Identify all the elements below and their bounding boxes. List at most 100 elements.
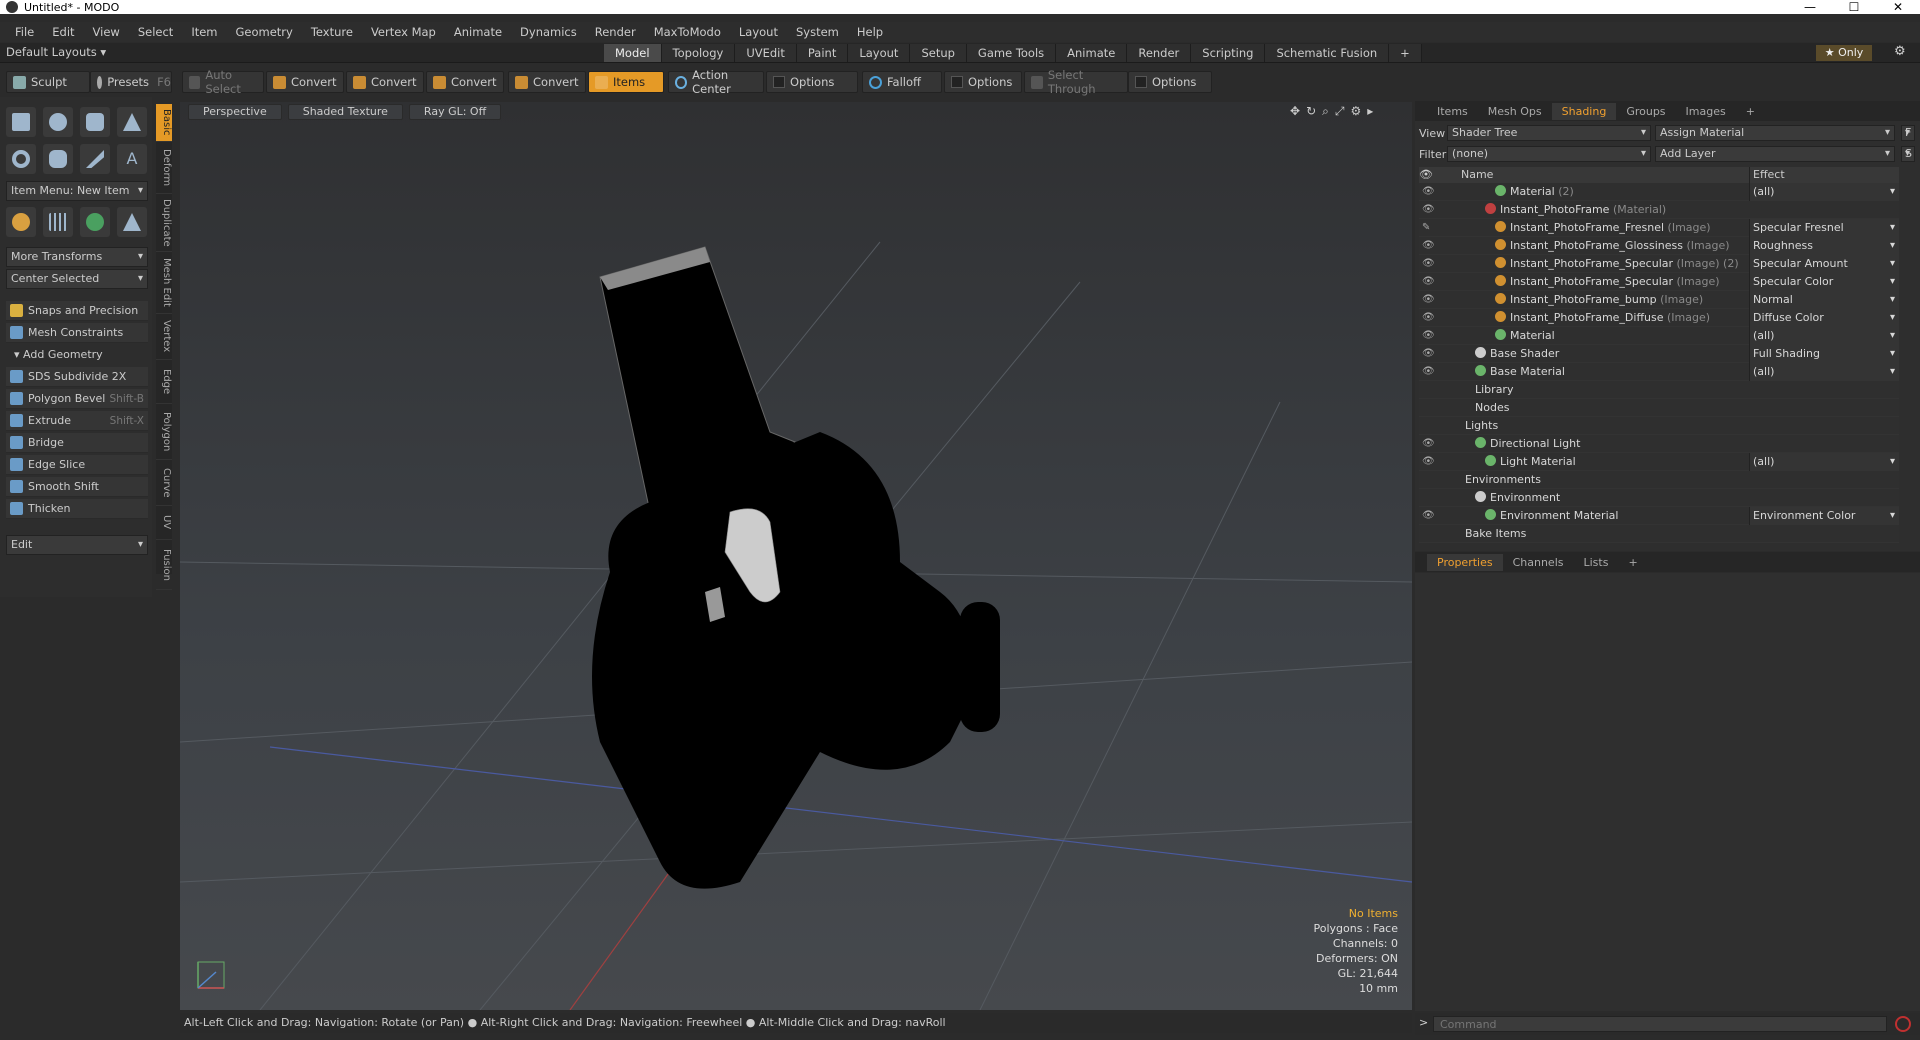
effect-dropdown[interactable]: Specular Color [1749, 273, 1899, 291]
tree-row[interactable]: 👁 Instant_PhotoFrame (Material) [1419, 201, 1899, 219]
vtab-mesh-edit[interactable]: Mesh Edit [156, 252, 172, 314]
ptab-channels[interactable]: Channels [1503, 554, 1574, 571]
tree-row[interactable]: Lights [1419, 417, 1899, 435]
close-button[interactable]: ✕ [1876, 0, 1920, 14]
effect-dropdown[interactable]: Specular Fresnel [1749, 219, 1899, 237]
visibility-toggle-icon[interactable]: 👁 [1422, 255, 1440, 273]
menu-layout[interactable]: Layout [730, 25, 787, 39]
tab-uvedit[interactable]: UVEdit [735, 44, 797, 62]
pan-icon[interactable]: ✥ [1290, 104, 1300, 119]
tab-scripting[interactable]: Scripting [1191, 44, 1266, 62]
perspective-button[interactable]: Perspective [188, 104, 282, 120]
effect-dropdown[interactable]: (all) [1749, 453, 1899, 471]
vtab-deform[interactable]: Deform [156, 142, 172, 194]
vtab-vertex[interactable]: Vertex [156, 314, 172, 360]
tab-model[interactable]: Model [604, 44, 662, 62]
tab-game-tools[interactable]: Game Tools [966, 44, 1057, 62]
mesh-constraints-button[interactable]: Mesh Constraints [6, 323, 148, 343]
menu-view[interactable]: View [84, 25, 129, 39]
tab-render[interactable]: Render [1127, 44, 1192, 62]
select-through-button[interactable]: Select Through [1024, 68, 1128, 96]
menu-geometry[interactable]: Geometry [227, 25, 302, 39]
tab-add[interactable]: + [1389, 44, 1422, 62]
item-menu-dropdown[interactable]: Item Menu: New Item [6, 181, 148, 201]
select-through-options-button[interactable]: Options [1128, 71, 1212, 93]
snaps-precision-button[interactable]: Snaps and Precision [6, 301, 148, 321]
3d-viewport[interactable]: No Items Polygons : Face Channels: 0 Def… [180, 102, 1412, 1010]
tab-paint[interactable]: Paint [796, 44, 849, 62]
rtab-images[interactable]: Images [1676, 103, 1736, 120]
add-geometry-header[interactable]: ▾ Add Geometry [6, 346, 148, 364]
action-center-button[interactable]: Action Center [668, 68, 764, 96]
tab-layout[interactable]: Layout [848, 44, 911, 62]
effect-dropdown[interactable]: Normal [1749, 291, 1899, 309]
rtab-shading[interactable]: Shading [1551, 102, 1617, 120]
add-layer-dropdown[interactable]: Add Layer [1655, 146, 1895, 162]
cone-icon[interactable] [117, 107, 147, 137]
capsule-icon[interactable] [43, 144, 73, 174]
rtab-groups[interactable]: Groups [1616, 103, 1675, 120]
vtab-curve[interactable]: Curve [156, 460, 172, 506]
assign-material-dropdown[interactable]: Assign Material [1655, 125, 1895, 141]
view-dropdown[interactable]: Shader Tree [1447, 125, 1651, 141]
visibility-toggle-icon[interactable]: 👁 [1422, 435, 1440, 453]
effect-dropdown[interactable]: Roughness [1749, 237, 1899, 255]
s-button[interactable]: S [1901, 146, 1915, 162]
rtab-items[interactable]: Items [1427, 103, 1478, 120]
maximize-button[interactable]: ☐ [1832, 0, 1876, 14]
filter-dropdown[interactable]: (none) [1447, 146, 1651, 162]
more-transforms-dropdown[interactable]: More Transforms [6, 247, 148, 267]
tree-row[interactable]: 👁 Instant_PhotoFrame_Glossiness (Image) Ro… [1419, 237, 1899, 255]
only-button[interactable]: ★ Only [1816, 45, 1872, 61]
tree-row[interactable]: 👁 Environment Material Environment Color [1419, 507, 1899, 525]
cube-icon[interactable] [6, 107, 36, 137]
globe-icon[interactable] [80, 207, 110, 237]
menu-item[interactable]: Item [182, 25, 226, 39]
tree-row[interactable]: 👁 Light Material (all) [1419, 453, 1899, 471]
tree-row[interactable]: 👁 Material (2) (all) [1419, 183, 1899, 201]
edit-dropdown[interactable]: Edit [6, 535, 148, 555]
menu-render[interactable]: Render [586, 25, 645, 39]
items-mode-button[interactable]: Items [588, 71, 664, 93]
tree-row[interactable]: Environment [1419, 489, 1899, 507]
viewport-arrow-icon[interactable]: ▸ [1367, 104, 1373, 119]
visibility-toggle-icon[interactable]: 👁 [1422, 453, 1440, 471]
minimize-button[interactable]: — [1788, 0, 1832, 14]
auto-select-button[interactable]: Auto Select [182, 68, 264, 96]
tree-row[interactable]: 👁 Base Shader Full Shading [1419, 345, 1899, 363]
tree-row[interactable]: 👁 Base Material (all) [1419, 363, 1899, 381]
menu-animate[interactable]: Animate [445, 25, 511, 39]
menu-help[interactable]: Help [848, 25, 892, 39]
convert-button-2[interactable]: Convert [346, 71, 424, 93]
tree-row[interactable]: Library [1419, 381, 1899, 399]
tab-setup[interactable]: Setup [910, 44, 967, 62]
sphere-icon[interactable] [43, 107, 73, 137]
effect-dropdown[interactable]: Specular Amount [1749, 255, 1899, 273]
menu-file[interactable]: File [6, 25, 43, 39]
visibility-toggle-icon[interactable]: 👁 [1422, 201, 1440, 219]
menu-system[interactable]: System [787, 25, 848, 39]
menu-dynamics[interactable]: Dynamics [511, 25, 586, 39]
effect-dropdown[interactable]: (all) [1749, 327, 1899, 345]
vtab-duplicate[interactable]: Duplicate [156, 194, 172, 252]
center-selected-dropdown[interactable]: Center Selected [6, 269, 148, 289]
falloff-button[interactable]: Falloff [862, 71, 942, 93]
tab-animate[interactable]: Animate [1056, 44, 1128, 62]
tree-row[interactable]: 👁 Material (all) [1419, 327, 1899, 345]
menu-edit[interactable]: Edit [43, 25, 83, 39]
locator-icon[interactable] [6, 207, 36, 237]
vtab-uv[interactable]: UV [156, 506, 172, 540]
visibility-toggle-icon[interactable]: 👁 [1422, 237, 1440, 255]
effect-column-header[interactable]: Effect [1749, 167, 1899, 183]
raygl-button[interactable]: Ray GL: Off [408, 104, 502, 120]
pyramid-icon[interactable] [117, 207, 147, 237]
rotate-icon[interactable]: ↻ [1306, 104, 1316, 119]
tree-row[interactable]: 👁 Instant_PhotoFrame_bump (Image) Normal [1419, 291, 1899, 309]
menu-vertex-map[interactable]: Vertex Map [362, 25, 445, 39]
tree-row[interactable]: 👁 Directional Light [1419, 435, 1899, 453]
convert-button-3[interactable]: Convert [426, 71, 504, 93]
ptab-properties[interactable]: Properties [1427, 553, 1503, 571]
effect-dropdown[interactable]: Environment Color [1749, 507, 1899, 525]
tree-row[interactable]: 👁 Instant_PhotoFrame_Specular (Image) (2)… [1419, 255, 1899, 273]
visibility-toggle-icon[interactable]: ✎ [1422, 219, 1440, 237]
